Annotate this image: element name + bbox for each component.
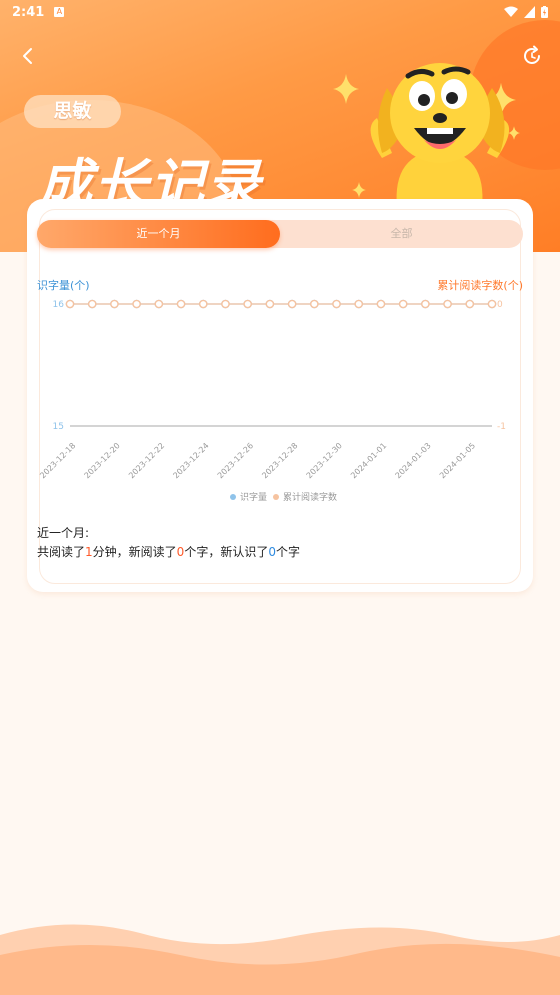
status-time: 2:41 bbox=[12, 4, 45, 20]
chevron-left-icon bbox=[23, 48, 32, 64]
wifi-icon bbox=[504, 6, 518, 17]
status-bar: 2:41 A bbox=[0, 0, 560, 24]
data-point bbox=[287, 299, 297, 309]
data-point bbox=[154, 299, 164, 309]
x-tick-label: 2024-01-01 bbox=[349, 441, 388, 480]
data-point bbox=[198, 299, 208, 309]
data-point bbox=[221, 299, 230, 309]
data-point bbox=[110, 299, 119, 309]
summary-part: 个字 bbox=[275, 545, 300, 559]
tab-all[interactable]: 全部 bbox=[280, 220, 523, 248]
summary-part: 共阅读了 bbox=[37, 545, 86, 559]
mascot-dog-illustration bbox=[370, 63, 510, 208]
legend-label: 累计阅读字数 bbox=[283, 491, 337, 503]
data-point bbox=[176, 299, 186, 309]
data-point bbox=[376, 299, 386, 309]
period-tabs: 近一个月 全部 bbox=[37, 220, 523, 248]
legend-marker bbox=[230, 494, 236, 500]
x-tick-label: 2023-12-30 bbox=[305, 441, 344, 480]
data-point bbox=[465, 299, 475, 309]
summary-part: 分钟，新阅读了 bbox=[92, 545, 177, 559]
battery-icon bbox=[541, 6, 548, 18]
legend-marker bbox=[273, 494, 279, 500]
new-known-value: 0 bbox=[268, 545, 276, 559]
signal-icon bbox=[524, 6, 535, 18]
data-point bbox=[398, 299, 408, 309]
data-point bbox=[65, 299, 75, 309]
left-tick-label: 15 bbox=[53, 422, 64, 432]
data-point bbox=[132, 299, 141, 309]
tab-last-month[interactable]: 近一个月 bbox=[37, 220, 280, 248]
left-tick-label: 16 bbox=[53, 300, 65, 310]
summary-heading: 近一个月: bbox=[37, 526, 90, 540]
x-tick-label: 2023-12-28 bbox=[260, 441, 299, 480]
data-point bbox=[354, 299, 364, 309]
data-point bbox=[265, 299, 275, 309]
x-tick-label: 2023-12-18 bbox=[38, 441, 77, 480]
data-point bbox=[443, 299, 452, 309]
reading-chart: 16150-12023-12-18 2023-12-20 2023-12-22 202… bbox=[38, 299, 506, 503]
x-tick-label: 2023-12-20 bbox=[83, 441, 122, 480]
x-tick-label: 2023-12-22 bbox=[127, 441, 166, 480]
data-point bbox=[421, 299, 430, 309]
back-button[interactable] bbox=[16, 44, 40, 68]
right-tick-label: 0 bbox=[497, 300, 503, 310]
data-point bbox=[332, 299, 341, 309]
x-tick-label: 2023-12-26 bbox=[216, 441, 255, 480]
notification-a-icon: A bbox=[54, 7, 65, 17]
bottom-wave-decoration bbox=[0, 924, 560, 995]
legend-label: 识字量 bbox=[240, 491, 267, 503]
data-point bbox=[487, 299, 497, 309]
student-name-badge: 思敏 bbox=[24, 95, 121, 128]
x-tick-label: 2024-01-05 bbox=[438, 441, 477, 480]
growth-record-card: 近一个月 全部 识字量(个) 累计阅读字数(个) 16 15 0 -1 2023-12-… bbox=[27, 199, 533, 592]
summary-block: 近一个月: 共阅读了1分钟，新阅读了0个字，新认识了0个字 bbox=[37, 524, 300, 562]
data-point bbox=[310, 299, 319, 309]
x-tick-label: 2023-12-24 bbox=[171, 441, 210, 480]
summary-text: 共阅读了1分钟，新阅读了0个字，新认识了0个字 bbox=[37, 543, 300, 562]
x-tick-label: 2024-01-03 bbox=[394, 441, 433, 480]
data-point bbox=[87, 299, 97, 309]
summary-part: 个字，新认识了 bbox=[184, 545, 269, 559]
right-tick-label: -1 bbox=[497, 422, 506, 432]
minutes-read-value: 1 bbox=[85, 545, 93, 559]
data-point bbox=[243, 299, 252, 309]
